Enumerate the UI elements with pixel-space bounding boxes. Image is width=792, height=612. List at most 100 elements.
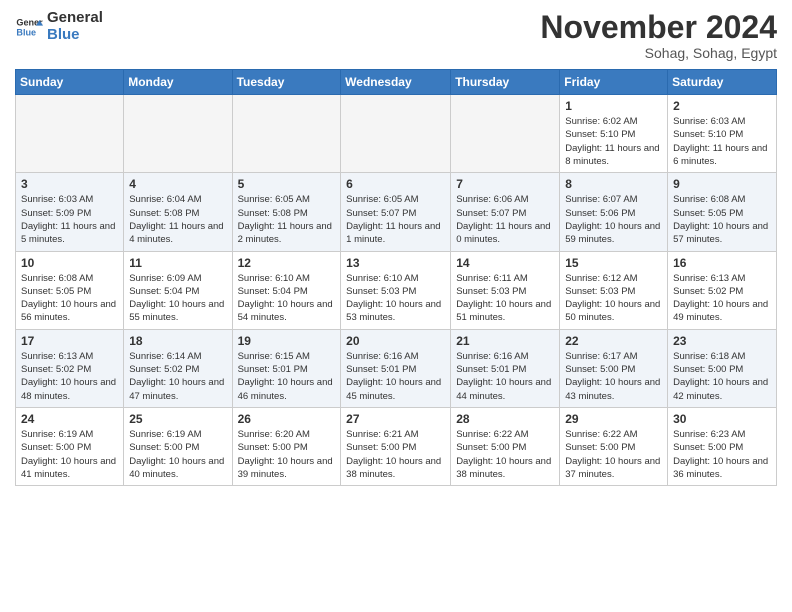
logo-icon: General Blue bbox=[15, 13, 43, 41]
day-number: 21 bbox=[456, 334, 554, 348]
day-info: Sunrise: 6:07 AM Sunset: 5:06 PM Dayligh… bbox=[565, 193, 662, 246]
calendar-cell: 8 Sunrise: 6:07 AM Sunset: 5:06 PM Daylig… bbox=[560, 173, 668, 251]
day-number: 22 bbox=[565, 334, 662, 348]
day-info: Sunrise: 6:20 AM Sunset: 5:00 PM Dayligh… bbox=[238, 428, 336, 481]
day-info: Sunrise: 6:18 AM Sunset: 5:00 PM Dayligh… bbox=[673, 350, 771, 403]
day-info: Sunrise: 6:21 AM Sunset: 5:00 PM Dayligh… bbox=[346, 428, 445, 481]
header: General Blue General Blue November 2024 … bbox=[15, 10, 777, 61]
day-info: Sunrise: 6:19 AM Sunset: 5:00 PM Dayligh… bbox=[21, 428, 118, 481]
calendar-cell bbox=[124, 95, 232, 173]
day-info: Sunrise: 6:10 AM Sunset: 5:03 PM Dayligh… bbox=[346, 272, 445, 325]
day-number: 1 bbox=[565, 99, 662, 113]
day-number: 8 bbox=[565, 177, 662, 191]
calendar-week-4: 17 Sunrise: 6:13 AM Sunset: 5:02 PM Dayli… bbox=[16, 329, 777, 407]
weekday-header-sunday: Sunday bbox=[16, 70, 124, 95]
calendar-cell: 10Sunrise: 6:08 AM Sunset: 5:05 PM Dayli… bbox=[16, 251, 124, 329]
day-info: Sunrise: 6:02 AM Sunset: 5:10 PM Dayligh… bbox=[565, 115, 662, 168]
location: Sohag, Sohag, Egypt bbox=[540, 45, 777, 61]
calendar-cell: 12Sunrise: 6:10 AM Sunset: 5:04 PM Dayli… bbox=[232, 251, 341, 329]
calendar-cell: 19 Sunrise: 6:15 AM Sunset: 5:01 PM Dayli… bbox=[232, 329, 341, 407]
day-info: Sunrise: 6:04 AM Sunset: 5:08 PM Dayligh… bbox=[129, 193, 226, 246]
logo-general: General bbox=[47, 10, 103, 27]
day-number: 3 bbox=[21, 177, 118, 191]
weekday-header-friday: Friday bbox=[560, 70, 668, 95]
calendar-cell: 13 Sunrise: 6:10 AM Sunset: 5:03 PM Dayli… bbox=[341, 251, 451, 329]
calendar-cell bbox=[16, 95, 124, 173]
day-number: 5 bbox=[238, 177, 336, 191]
day-number: 7 bbox=[456, 177, 554, 191]
day-info: Sunrise: 6:17 AM Sunset: 5:00 PM Dayligh… bbox=[565, 350, 662, 403]
day-number: 6 bbox=[346, 177, 445, 191]
day-number: 16 bbox=[673, 256, 771, 270]
calendar-cell: 1 Sunrise: 6:02 AM Sunset: 5:10 PM Daylig… bbox=[560, 95, 668, 173]
logo-blue: Blue bbox=[47, 27, 103, 44]
logo-wordmark: General Blue bbox=[47, 10, 103, 43]
day-number: 9 bbox=[673, 177, 771, 191]
calendar-cell: 7Sunrise: 6:06 AM Sunset: 5:07 PM Daylig… bbox=[451, 173, 560, 251]
day-number: 26 bbox=[238, 412, 336, 426]
calendar-cell: 22 Sunrise: 6:17 AM Sunset: 5:00 PM Dayli… bbox=[560, 329, 668, 407]
day-info: Sunrise: 6:13 AM Sunset: 5:02 PM Dayligh… bbox=[673, 272, 771, 325]
calendar-week-3: 10Sunrise: 6:08 AM Sunset: 5:05 PM Dayli… bbox=[16, 251, 777, 329]
calendar-cell: 29Sunrise: 6:22 AM Sunset: 5:00 PM Dayli… bbox=[560, 407, 668, 485]
header-right: November 2024 Sohag, Sohag, Egypt bbox=[540, 10, 777, 61]
svg-text:Blue: Blue bbox=[16, 27, 36, 37]
day-number: 28 bbox=[456, 412, 554, 426]
page: General Blue General Blue November 2024 … bbox=[0, 0, 792, 612]
calendar-cell: 18 Sunrise: 6:14 AM Sunset: 5:02 PM Dayli… bbox=[124, 329, 232, 407]
day-number: 15 bbox=[565, 256, 662, 270]
calendar-cell bbox=[232, 95, 341, 173]
day-number: 23 bbox=[673, 334, 771, 348]
day-info: Sunrise: 6:11 AM Sunset: 5:03 PM Dayligh… bbox=[456, 272, 554, 325]
day-info: Sunrise: 6:16 AM Sunset: 5:01 PM Dayligh… bbox=[456, 350, 554, 403]
day-info: Sunrise: 6:19 AM Sunset: 5:00 PM Dayligh… bbox=[129, 428, 226, 481]
calendar-cell: 26 Sunrise: 6:20 AM Sunset: 5:00 PM Dayli… bbox=[232, 407, 341, 485]
weekday-header-tuesday: Tuesday bbox=[232, 70, 341, 95]
calendar-cell: 17 Sunrise: 6:13 AM Sunset: 5:02 PM Dayli… bbox=[16, 329, 124, 407]
day-info: Sunrise: 6:08 AM Sunset: 5:05 PM Dayligh… bbox=[673, 193, 771, 246]
calendar-cell: 2 Sunrise: 6:03 AM Sunset: 5:10 PM Daylig… bbox=[668, 95, 777, 173]
day-number: 13 bbox=[346, 256, 445, 270]
calendar-week-5: 24 Sunrise: 6:19 AM Sunset: 5:00 PM Dayli… bbox=[16, 407, 777, 485]
day-info: Sunrise: 6:09 AM Sunset: 5:04 PM Dayligh… bbox=[129, 272, 226, 325]
day-info: Sunrise: 6:16 AM Sunset: 5:01 PM Dayligh… bbox=[346, 350, 445, 403]
day-number: 27 bbox=[346, 412, 445, 426]
calendar: SundayMondayTuesdayWednesdayThursdayFrid… bbox=[15, 69, 777, 486]
day-info: Sunrise: 6:13 AM Sunset: 5:02 PM Dayligh… bbox=[21, 350, 118, 403]
calendar-cell: 28 Sunrise: 6:22 AM Sunset: 5:00 PM Dayli… bbox=[451, 407, 560, 485]
calendar-cell: 15Sunrise: 6:12 AM Sunset: 5:03 PM Dayli… bbox=[560, 251, 668, 329]
day-number: 2 bbox=[673, 99, 771, 113]
weekday-header-thursday: Thursday bbox=[451, 70, 560, 95]
day-info: Sunrise: 6:03 AM Sunset: 5:09 PM Dayligh… bbox=[21, 193, 118, 246]
calendar-cell: 23 Sunrise: 6:18 AM Sunset: 5:00 PM Dayli… bbox=[668, 329, 777, 407]
day-info: Sunrise: 6:03 AM Sunset: 5:10 PM Dayligh… bbox=[673, 115, 771, 168]
calendar-cell: 21 Sunrise: 6:16 AM Sunset: 5:01 PM Dayli… bbox=[451, 329, 560, 407]
day-number: 17 bbox=[21, 334, 118, 348]
day-number: 19 bbox=[238, 334, 336, 348]
calendar-cell: 9 Sunrise: 6:08 AM Sunset: 5:05 PM Daylig… bbox=[668, 173, 777, 251]
calendar-cell: 6 Sunrise: 6:05 AM Sunset: 5:07 PM Daylig… bbox=[341, 173, 451, 251]
day-info: Sunrise: 6:05 AM Sunset: 5:07 PM Dayligh… bbox=[346, 193, 445, 246]
calendar-cell bbox=[341, 95, 451, 173]
calendar-week-2: 3 Sunrise: 6:03 AM Sunset: 5:09 PM Daylig… bbox=[16, 173, 777, 251]
calendar-cell: 14Sunrise: 6:11 AM Sunset: 5:03 PM Dayli… bbox=[451, 251, 560, 329]
day-info: Sunrise: 6:14 AM Sunset: 5:02 PM Dayligh… bbox=[129, 350, 226, 403]
day-number: 18 bbox=[129, 334, 226, 348]
day-info: Sunrise: 6:15 AM Sunset: 5:01 PM Dayligh… bbox=[238, 350, 336, 403]
day-number: 24 bbox=[21, 412, 118, 426]
day-number: 25 bbox=[129, 412, 226, 426]
calendar-cell: 30Sunrise: 6:23 AM Sunset: 5:00 PM Dayli… bbox=[668, 407, 777, 485]
calendar-cell: 4 Sunrise: 6:04 AM Sunset: 5:08 PM Daylig… bbox=[124, 173, 232, 251]
day-info: Sunrise: 6:05 AM Sunset: 5:08 PM Dayligh… bbox=[238, 193, 336, 246]
day-number: 12 bbox=[238, 256, 336, 270]
day-info: Sunrise: 6:22 AM Sunset: 5:00 PM Dayligh… bbox=[456, 428, 554, 481]
calendar-cell: 25 Sunrise: 6:19 AM Sunset: 5:00 PM Dayli… bbox=[124, 407, 232, 485]
day-info: Sunrise: 6:23 AM Sunset: 5:00 PM Dayligh… bbox=[673, 428, 771, 481]
day-number: 11 bbox=[129, 256, 226, 270]
day-number: 4 bbox=[129, 177, 226, 191]
weekday-header-wednesday: Wednesday bbox=[341, 70, 451, 95]
calendar-cell: 3 Sunrise: 6:03 AM Sunset: 5:09 PM Daylig… bbox=[16, 173, 124, 251]
calendar-cell: 11 Sunrise: 6:09 AM Sunset: 5:04 PM Dayli… bbox=[124, 251, 232, 329]
day-info: Sunrise: 6:22 AM Sunset: 5:00 PM Dayligh… bbox=[565, 428, 662, 481]
calendar-cell: 16 Sunrise: 6:13 AM Sunset: 5:02 PM Dayli… bbox=[668, 251, 777, 329]
